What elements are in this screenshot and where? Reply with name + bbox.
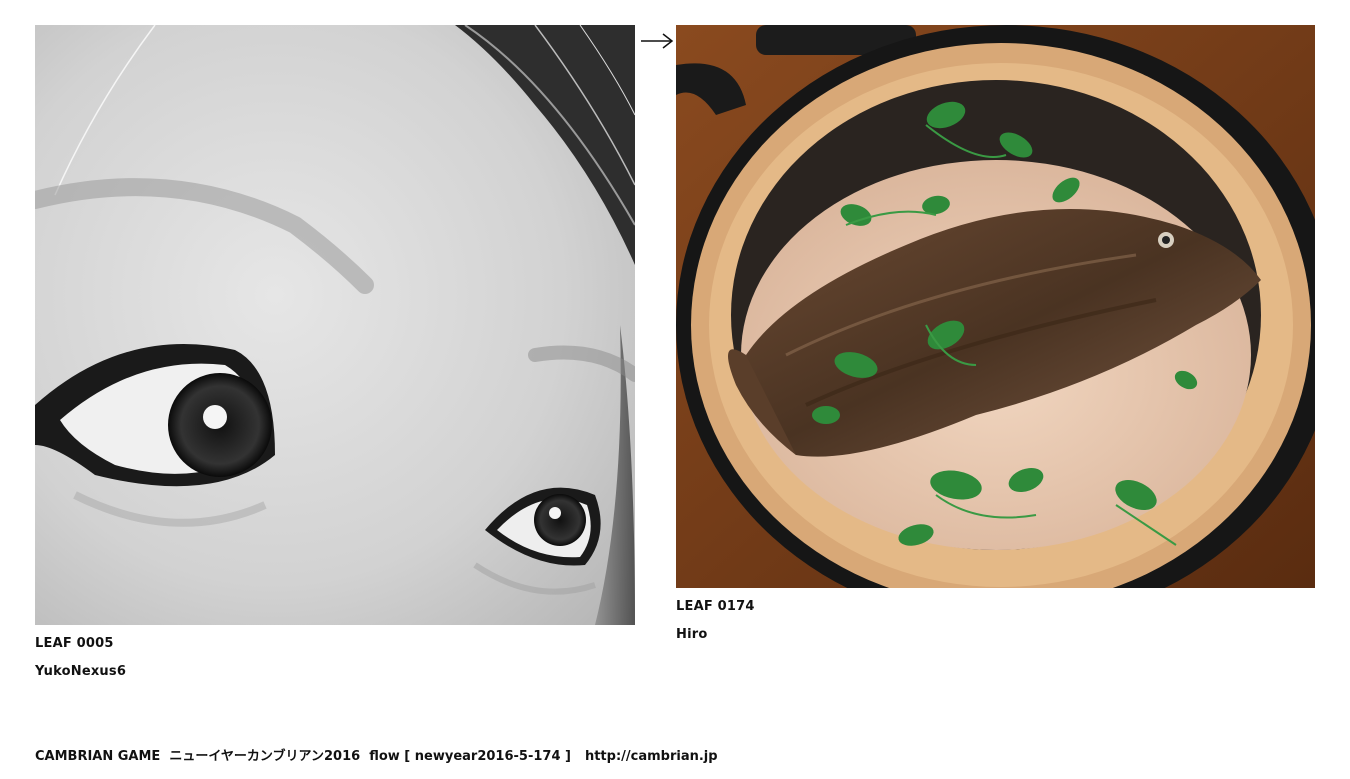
right-arrow-icon: [640, 31, 674, 51]
leaf-0005-id: LEAF 0005: [35, 636, 114, 651]
sea-bream-rice-pot-photo: [676, 25, 1315, 588]
footer-title[interactable]: ニューイヤーカンブリアン2016: [169, 745, 360, 764]
leaf-0005-photo[interactable]: [35, 25, 635, 625]
leaf-0005-author[interactable]: YukoNexus6: [35, 664, 126, 679]
footer-game-name[interactable]: CAMBRIAN GAME: [35, 749, 160, 764]
leaf-0174-author[interactable]: Hiro: [676, 627, 707, 642]
footer-url[interactable]: http://cambrian.jp: [585, 749, 718, 764]
footer-flow[interactable]: flow [ newyear2016-5-174 ]: [369, 749, 571, 764]
eyes-closeup-photo: [35, 25, 635, 625]
leaf-0174-id: LEAF 0174: [676, 599, 755, 614]
leaf-0174-photo[interactable]: [676, 25, 1315, 588]
footer: CAMBRIAN GAME ニューイヤーカンブリアン2016 flow [ newy…: [35, 745, 718, 764]
